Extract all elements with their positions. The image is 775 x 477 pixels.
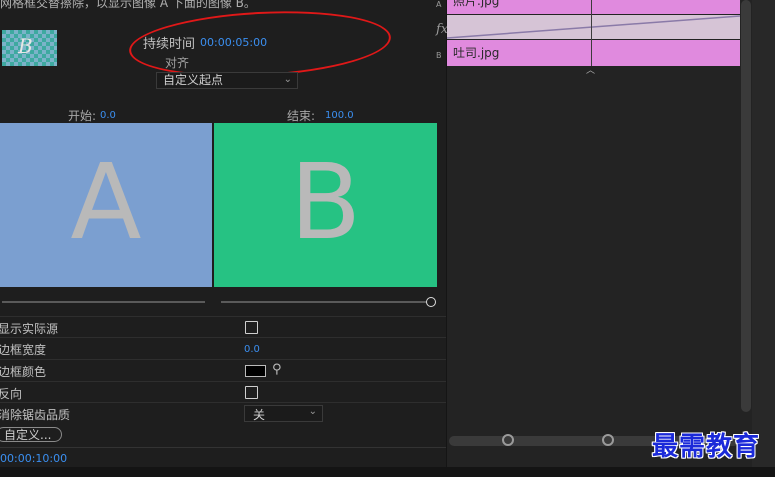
transition-description: 网格框交替擦除，以显示图像 A 下面的图像 B。: [0, 0, 256, 10]
align-dropdown[interactable]: 自定义起点 ⌄: [156, 72, 298, 89]
prop-row-border-width: 边框宽度 0.0: [0, 337, 446, 359]
border-width-value[interactable]: 0.0: [244, 344, 260, 355]
end-slider[interactable]: [221, 301, 427, 303]
preview-b: B: [214, 123, 437, 287]
thumbnail-letter: B: [18, 34, 33, 58]
timecode[interactable]: 00:00:10:00: [0, 452, 67, 465]
panel-divider: [446, 0, 447, 467]
bottom-bar: [0, 467, 775, 477]
scroll-end-handle[interactable]: [602, 434, 614, 446]
border-width-label: 边框宽度: [0, 343, 47, 357]
align-selected-value: 自定义起点: [163, 73, 224, 87]
vertical-scrollbar[interactable]: [741, 0, 751, 412]
anti-aliasing-value: 关: [253, 408, 266, 422]
eyedropper-icon[interactable]: ⚲: [272, 362, 282, 377]
align-label: 对齐: [165, 56, 190, 70]
timeline-panel: [446, 0, 775, 477]
anti-aliasing-label: 消除锯齿品质: [0, 408, 71, 422]
watermark-logo: 最需教育: [652, 432, 761, 462]
show-actual-sources-label: 显示实际源: [0, 322, 59, 336]
clip-top[interactable]: 照片.jpg: [447, 0, 740, 14]
preview-b-letter: B: [289, 141, 362, 263]
chevron-down-icon: ⌄: [283, 74, 292, 85]
custom-button[interactable]: 自定义...: [0, 427, 62, 442]
prop-row-show-actual-sources: 显示实际源: [0, 316, 446, 338]
start-value[interactable]: 0.0: [100, 110, 116, 121]
clip-bottom-label: 吐司.jpg: [453, 46, 500, 60]
transition-ramp-line: [447, 15, 740, 39]
chevron-down-icon: ⌄: [308, 406, 317, 417]
playhead-line[interactable]: [591, 0, 592, 66]
clip-top-label: 照片.jpg: [453, 0, 500, 8]
anti-aliasing-dropdown[interactable]: 关 ⌄: [244, 405, 323, 422]
reverse-checkbox[interactable]: [245, 386, 258, 399]
start-label: 开始:: [68, 109, 97, 123]
border-color-label: 边框颜色: [0, 365, 47, 379]
track-b-label: B: [436, 51, 442, 60]
prop-row-anti-aliasing: 消除锯齿品质 关 ⌄: [0, 402, 446, 424]
show-actual-sources-checkbox[interactable]: [245, 321, 258, 334]
border-color-swatch[interactable]: [245, 365, 266, 377]
preview-a: A: [0, 123, 212, 287]
preview-a-letter: A: [70, 141, 142, 263]
end-value[interactable]: 100.0: [325, 110, 354, 121]
side-strip: [752, 0, 775, 467]
start-slider[interactable]: [2, 301, 205, 303]
end-slider-handle[interactable]: [426, 297, 436, 307]
reverse-label: 反向: [0, 387, 23, 401]
transition-clip[interactable]: [447, 15, 740, 39]
prop-row-reverse: 反向: [0, 381, 446, 403]
prop-row-border-color: 边框颜色 ⚲: [0, 359, 446, 381]
end-label: 结束:: [287, 109, 316, 123]
track-a-label: A: [436, 0, 442, 9]
chevron-up-icon: ︿: [586, 66, 596, 76]
scroll-start-handle[interactable]: [502, 434, 514, 446]
